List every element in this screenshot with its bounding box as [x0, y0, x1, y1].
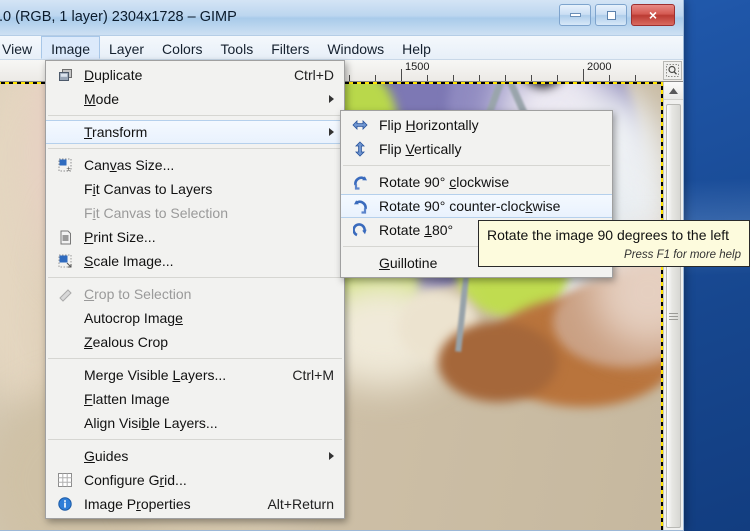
- menu-item-scale-image[interactable]: Scale Image...: [46, 249, 344, 273]
- menubar-item-help[interactable]: Help: [393, 36, 440, 59]
- scale-image-icon: [56, 252, 74, 270]
- rotate-cw-icon: [351, 173, 369, 191]
- grid-icon: [56, 471, 74, 489]
- vertical-scrollbar[interactable]: [663, 82, 683, 530]
- menu-item-fit-canvas-to-selection: Fit Canvas to Selection: [46, 201, 344, 225]
- menu-item-label: Guillotine: [379, 255, 438, 271]
- menu-item-label: Rotate 90° clockwise: [379, 174, 510, 190]
- svg-text:±: ±: [66, 166, 70, 173]
- menu-item-crop-to-selection: Crop to Selection: [46, 282, 344, 306]
- print-size-icon: [56, 228, 74, 246]
- ruler-label-2000: 2000: [587, 61, 612, 73]
- menu-bar: View Image Layer Colors Tools Filters Wi…: [0, 36, 683, 60]
- menu-separator: [48, 358, 342, 359]
- menu-item-flip-horizontally[interactable]: Flip Horizontally: [341, 113, 612, 137]
- maximize-icon: [606, 10, 616, 20]
- menu-item-mode[interactable]: Mode: [46, 87, 344, 111]
- menu-item-duplicate[interactable]: Duplicate Ctrl+D: [46, 63, 344, 87]
- menu-item-label: Rotate 90° counter-clockwise: [379, 198, 561, 214]
- menu-item-transform[interactable]: Transform: [46, 120, 344, 144]
- menu-item-canvas-size[interactable]: ± Canvas Size...: [46, 153, 344, 177]
- menu-item-fit-canvas-to-layers[interactable]: Fit Canvas to Layers: [46, 177, 344, 201]
- ruler-label-1500: 1500: [405, 61, 430, 73]
- tooltip-hint: Press F1 for more help: [624, 249, 741, 261]
- menu-item-align-visible-layers[interactable]: Align Visible Layers...: [46, 411, 344, 435]
- menubar-item-colors[interactable]: Colors: [153, 36, 211, 59]
- maximize-button[interactable]: [595, 4, 627, 26]
- menu-item-print-size[interactable]: Print Size...: [46, 225, 344, 249]
- menu-item-zealous-crop[interactable]: Zealous Crop: [46, 330, 344, 354]
- canvas-size-icon: ±: [56, 156, 74, 174]
- menu-item-label: Scale Image...: [84, 253, 174, 269]
- menu-separator: [48, 148, 342, 149]
- window-title: .0 (RGB, 1 layer) 2304x1728 – GIMP: [0, 9, 237, 25]
- menu-separator: [343, 165, 610, 166]
- title-bar[interactable]: .0 (RGB, 1 layer) 2304x1728 – GIMP ×: [0, 0, 683, 36]
- tooltip: Rotate the image 90 degrees to the left …: [478, 220, 750, 267]
- scrollbar-thumb[interactable]: [666, 104, 681, 528]
- menu-item-autocrop-image[interactable]: Autocrop Image: [46, 306, 344, 330]
- flip-horizontal-icon: [351, 116, 369, 134]
- chevron-right-icon: [329, 452, 334, 460]
- flip-vertical-icon: [351, 140, 369, 158]
- menu-item-label: Guides: [84, 448, 129, 464]
- menu-item-label: Rotate 180°: [379, 222, 454, 238]
- close-icon: ×: [648, 7, 658, 23]
- menu-item-label: Fit Canvas to Layers: [84, 181, 213, 197]
- chevron-right-icon: [329, 95, 334, 103]
- menu-item-label: Mode: [84, 91, 120, 107]
- menu-separator: [48, 115, 342, 116]
- menu-item-label: Zealous Crop: [84, 334, 169, 350]
- menu-separator: [48, 439, 342, 440]
- menu-item-accel: Ctrl+M: [292, 367, 334, 383]
- menubar-item-image[interactable]: Image: [41, 36, 101, 59]
- menu-item-flip-vertically[interactable]: Flip Vertically: [341, 137, 612, 161]
- rotate-ccw-icon: [351, 197, 369, 215]
- menu-item-label: Flatten Image: [84, 391, 170, 407]
- menu-item-configure-grid[interactable]: Configure Grid...: [46, 468, 344, 492]
- zoom-icon[interactable]: [663, 61, 682, 80]
- menu-item-label: Image Properties: [84, 496, 191, 512]
- scrollbar-grip-icon: [669, 311, 678, 322]
- close-button[interactable]: ×: [631, 4, 675, 26]
- menu-item-rotate-90-clockwise[interactable]: Rotate 90° clockwise: [341, 170, 612, 194]
- minimize-icon: [569, 13, 581, 17]
- menu-item-label: Crop to Selection: [84, 286, 192, 302]
- menu-item-label: Duplicate: [84, 67, 143, 83]
- tooltip-text: Rotate the image 90 degrees to the left: [487, 227, 730, 243]
- menubar-item-tools[interactable]: Tools: [212, 36, 263, 59]
- menubar-item-view[interactable]: View: [0, 36, 41, 59]
- menu-item-label: Flip Vertically: [379, 141, 462, 157]
- menubar-item-filters[interactable]: Filters: [262, 36, 318, 59]
- menubar-item-layer[interactable]: Layer: [100, 36, 153, 59]
- menu-item-rotate-90-counter-clockwise[interactable]: Rotate 90° counter-clockwise: [341, 194, 612, 218]
- menu-item-label: Canvas Size...: [84, 157, 175, 173]
- chevron-right-icon: [329, 128, 334, 136]
- menu-item-label: Configure Grid...: [84, 472, 187, 488]
- menu-item-image-properties[interactable]: Image Properties Alt+Return: [46, 492, 344, 516]
- scroll-up-button[interactable]: [664, 82, 683, 100]
- menu-item-label: Autocrop Image: [84, 310, 183, 326]
- image-menu-popup: Duplicate Ctrl+D Mode Transform ± Canvas…: [45, 60, 345, 519]
- menu-item-accel: Alt+Return: [267, 496, 334, 512]
- menu-item-flatten-image[interactable]: Flatten Image: [46, 387, 344, 411]
- menu-item-label: Flip Horizontally: [379, 117, 479, 133]
- menu-item-accel: Ctrl+D: [293, 67, 334, 83]
- rotate-180-icon: [351, 221, 369, 239]
- menu-item-guides[interactable]: Guides: [46, 444, 344, 468]
- menu-item-label: Print Size...: [84, 229, 156, 245]
- menu-separator: [48, 277, 342, 278]
- info-icon: [56, 495, 74, 513]
- minimize-button[interactable]: [559, 4, 591, 26]
- duplicate-icon: [56, 66, 74, 84]
- crop-icon: [56, 285, 74, 303]
- window-controls: ×: [559, 4, 675, 26]
- menu-item-label: Transform: [84, 124, 148, 140]
- menu-item-merge-visible-layers[interactable]: Merge Visible Layers... Ctrl+M: [46, 363, 344, 387]
- menu-item-label: Fit Canvas to Selection: [84, 205, 228, 221]
- menu-item-label: Merge Visible Layers...: [84, 367, 227, 383]
- menubar-item-windows[interactable]: Windows: [318, 36, 393, 59]
- menu-item-label: Align Visible Layers...: [84, 415, 218, 431]
